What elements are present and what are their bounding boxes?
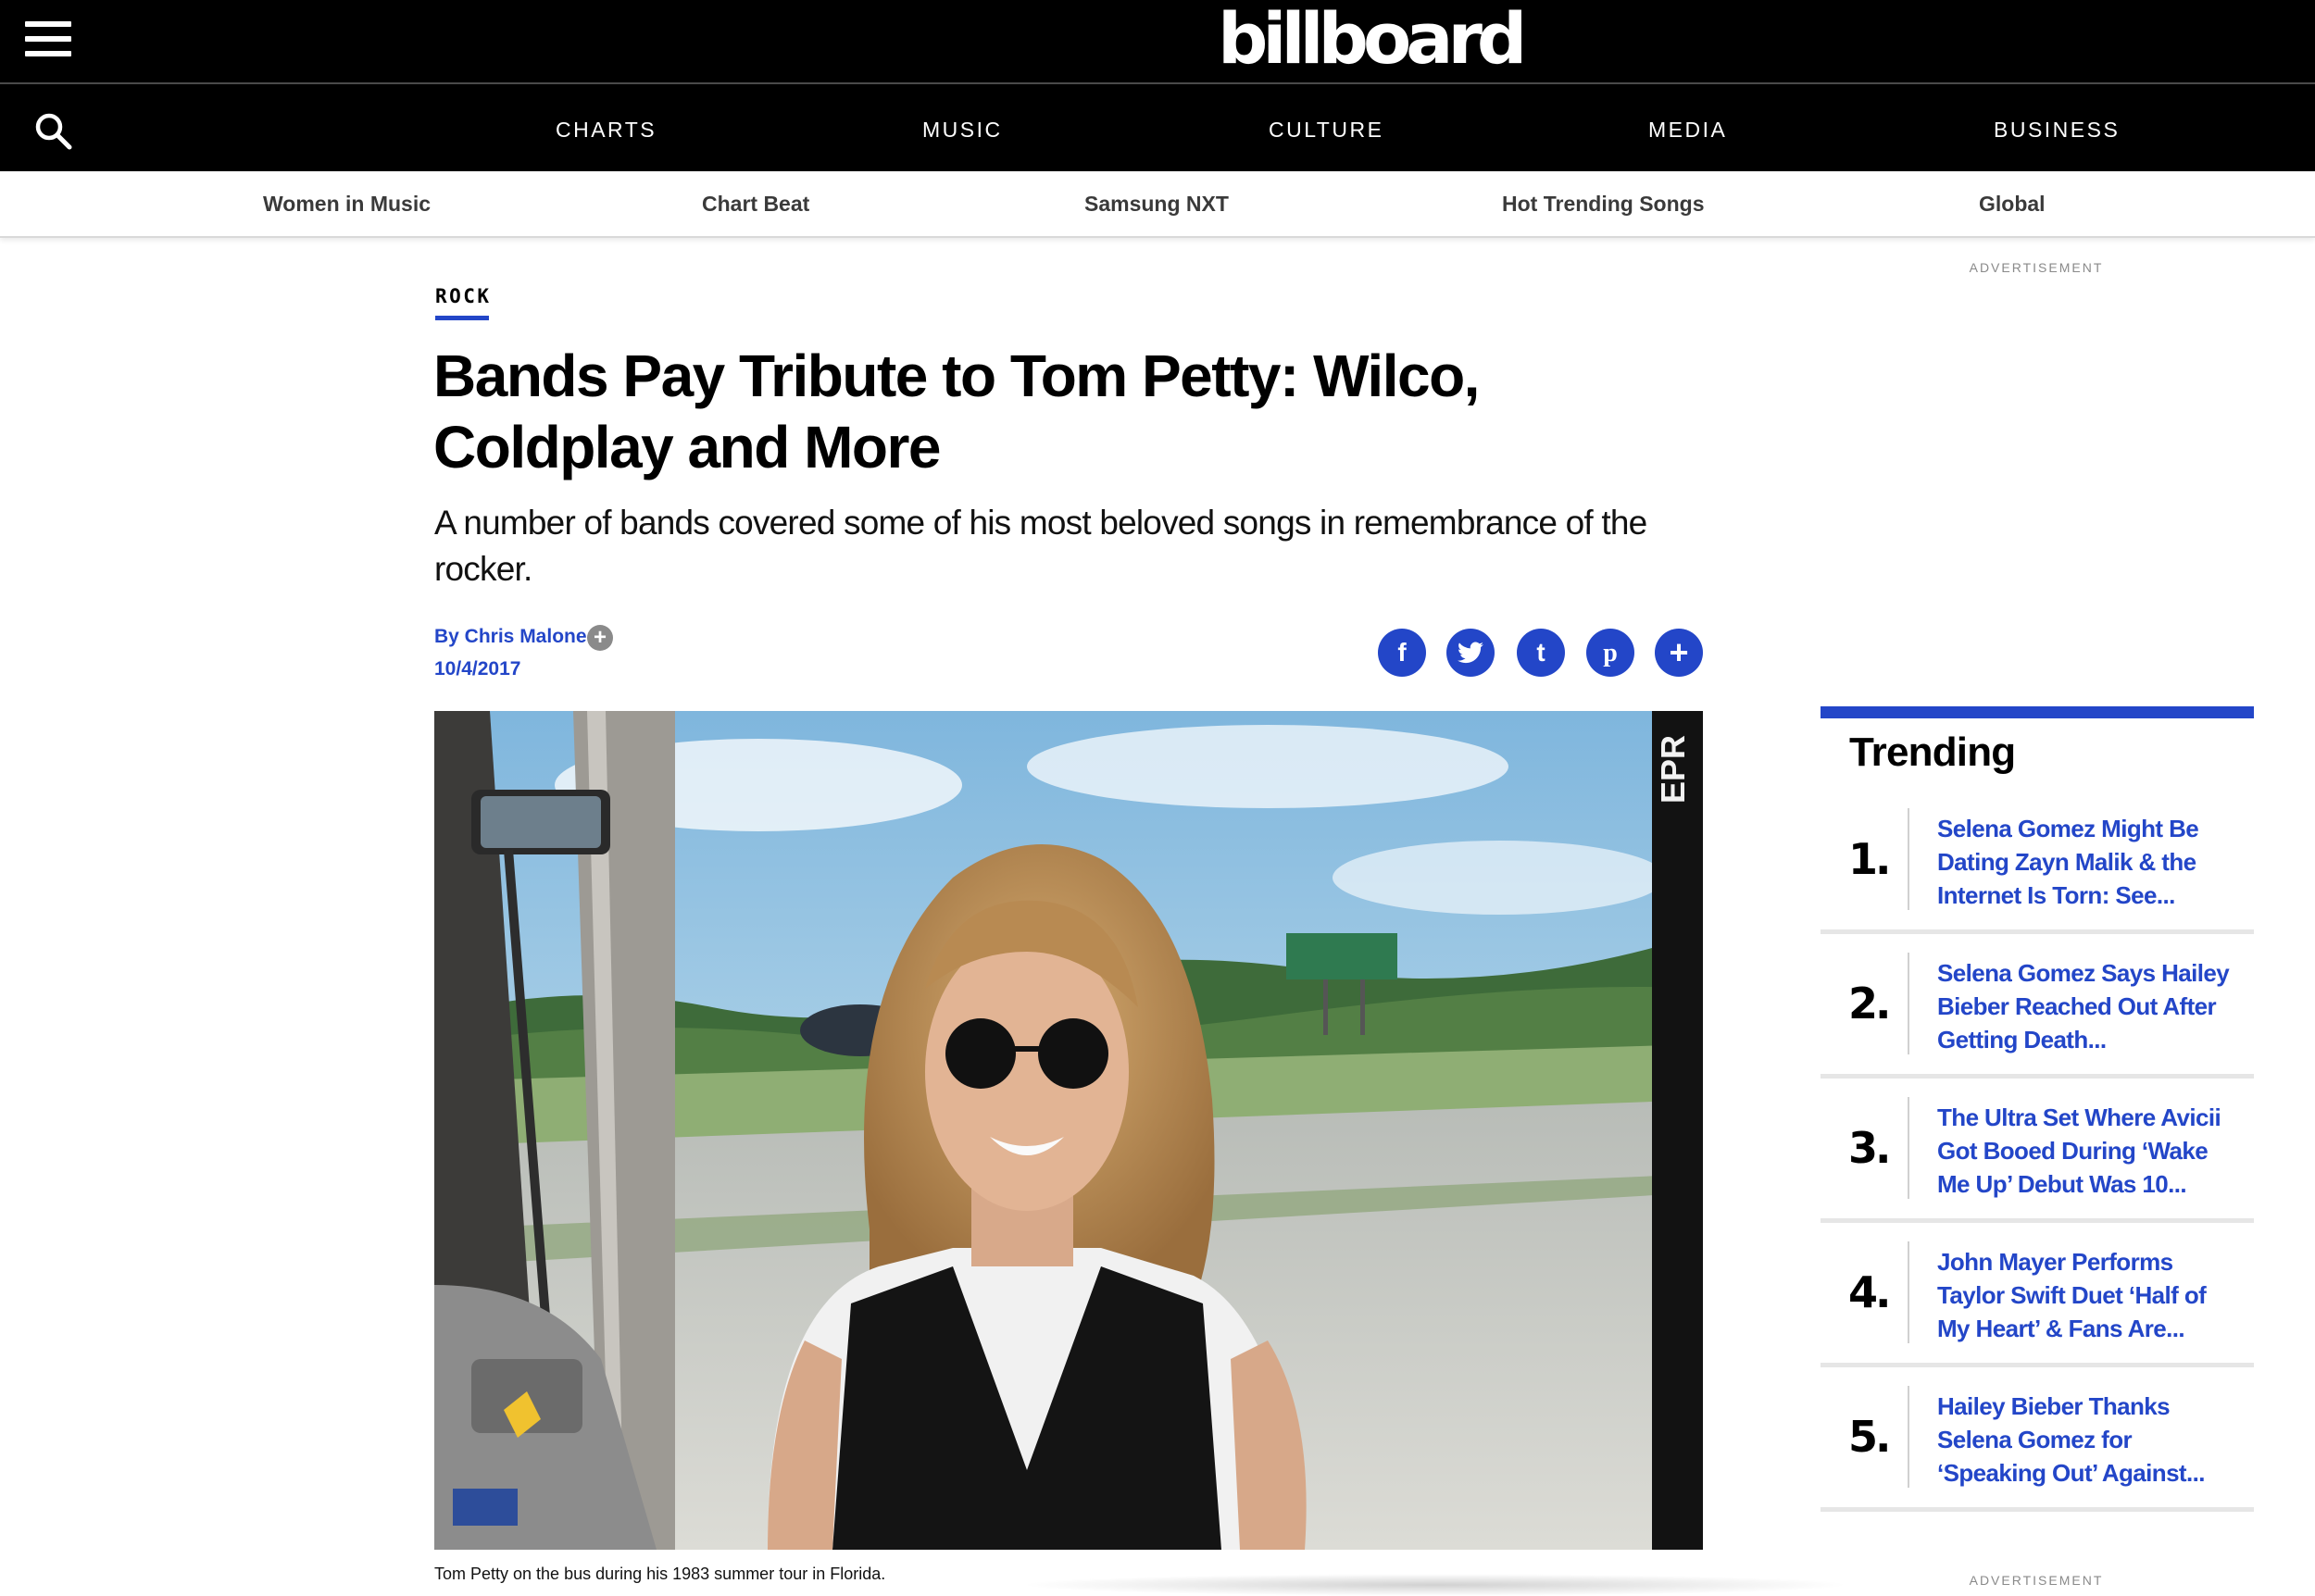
trending-divider: [1908, 1386, 1909, 1488]
advertisement-label-bottom: ADVERTISEMENT: [1969, 1573, 2104, 1588]
trending-divider: [1908, 953, 1909, 1054]
hero-illustration: EPR: [434, 711, 1703, 1550]
nav-culture[interactable]: CULTURE: [1269, 116, 1383, 143]
twitter-icon: [1458, 642, 1483, 664]
category-underline: [435, 316, 489, 320]
trending-item-1[interactable]: 1. Selena Gomez Might Be Dating Zayn Mal…: [1821, 790, 2254, 934]
article-headline: Bands Pay Tribute to Tom Petty: Wilco, C…: [433, 343, 1480, 480]
tumblr-share-button[interactable]: t: [1517, 629, 1565, 677]
nav-music[interactable]: MUSIC: [922, 116, 1003, 143]
subnav-hot-trending-songs[interactable]: Hot Trending Songs: [1502, 188, 1705, 219]
trending-item-2[interactable]: 2. Selena Gomez Says Hailey Bieber Reach…: [1821, 934, 2254, 1079]
trending-rank: 3.: [1848, 1123, 1892, 1173]
sub-navigation: Women in Music Chart Beat Samsung NXT Ho…: [0, 171, 2315, 238]
menu-icon[interactable]: [25, 21, 71, 58]
nav-media[interactable]: MEDIA: [1648, 116, 1727, 143]
trending-title: Trending: [1849, 729, 2016, 775]
trending-link[interactable]: Selena Gomez Might Be Dating Zayn Malik …: [1937, 812, 2243, 912]
image-caption: Tom Petty on the bus during his 1983 sum…: [434, 1565, 886, 1583]
subnav-samsung-nxt[interactable]: Samsung NXT: [1084, 188, 1229, 219]
trending-item-5[interactable]: 5. Hailey Bieber Thanks Selena Gomez for…: [1821, 1367, 2254, 1512]
trending-divider: [1908, 1241, 1909, 1343]
article-dek: A number of bands covered some of his mo…: [434, 504, 1647, 588]
article-category[interactable]: ROCK: [435, 285, 492, 307]
trending-divider: [1908, 808, 1909, 910]
svg-text:EPR: EPR: [1654, 735, 1692, 804]
trending-item-3[interactable]: 3. The Ultra Set Where Avicii Got Booed …: [1821, 1079, 2254, 1223]
trending-link[interactable]: John Mayer Performs Taylor Swift Duet ‘H…: [1937, 1245, 2243, 1345]
trending-divider: [1908, 1097, 1909, 1199]
subnav-women-in-music[interactable]: Women in Music: [263, 188, 431, 219]
trending-link[interactable]: Selena Gomez Says Hailey Bieber Reached …: [1937, 956, 2243, 1056]
trending-rank: 5.: [1848, 1412, 1892, 1462]
advertisement-label-top: ADVERTISEMENT: [1969, 260, 2104, 275]
article-hero-image: EPR: [434, 711, 1703, 1550]
trending-item-4[interactable]: 4. John Mayer Performs Taylor Swift Duet…: [1821, 1223, 2254, 1367]
pinterest-icon: p: [1603, 639, 1618, 667]
trending-link[interactable]: Hailey Bieber Thanks Selena Gomez for ‘S…: [1937, 1390, 2243, 1490]
trending-rank: 2.: [1848, 979, 1892, 1029]
subnav-global[interactable]: Global: [1979, 188, 2046, 219]
tumblr-icon: t: [1536, 638, 1545, 667]
header-divider: [0, 82, 2315, 84]
plus-icon: +: [1669, 633, 1689, 671]
site-header: billboard CHARTS MUSIC CULTURE MEDIA BUS…: [0, 0, 2315, 171]
billboard-logo[interactable]: billboard: [1218, 0, 1527, 78]
trending-rank: 4.: [1848, 1267, 1892, 1317]
facebook-icon: f: [1397, 638, 1407, 667]
publish-date: 10/4/2017: [434, 658, 521, 680]
trending-top-bar: [1821, 706, 2254, 718]
facebook-share-button[interactable]: f: [1378, 629, 1426, 677]
subnav-chart-beat[interactable]: Chart Beat: [702, 188, 809, 219]
twitter-share-button[interactable]: [1446, 629, 1495, 677]
author-byline[interactable]: By Chris Malone: [434, 624, 587, 650]
scroll-shadow: [1019, 1574, 1852, 1596]
search-icon[interactable]: [33, 111, 74, 152]
pinterest-share-button[interactable]: p: [1586, 629, 1634, 677]
nav-charts[interactable]: CHARTS: [556, 116, 657, 143]
trending-rank: 1.: [1848, 834, 1892, 884]
follow-author-plus-icon[interactable]: +: [587, 625, 613, 651]
more-share-button[interactable]: +: [1655, 629, 1703, 677]
trending-link[interactable]: The Ultra Set Where Avicii Got Booed Dur…: [1937, 1101, 2243, 1201]
nav-business[interactable]: BUSINESS: [1994, 116, 2120, 143]
